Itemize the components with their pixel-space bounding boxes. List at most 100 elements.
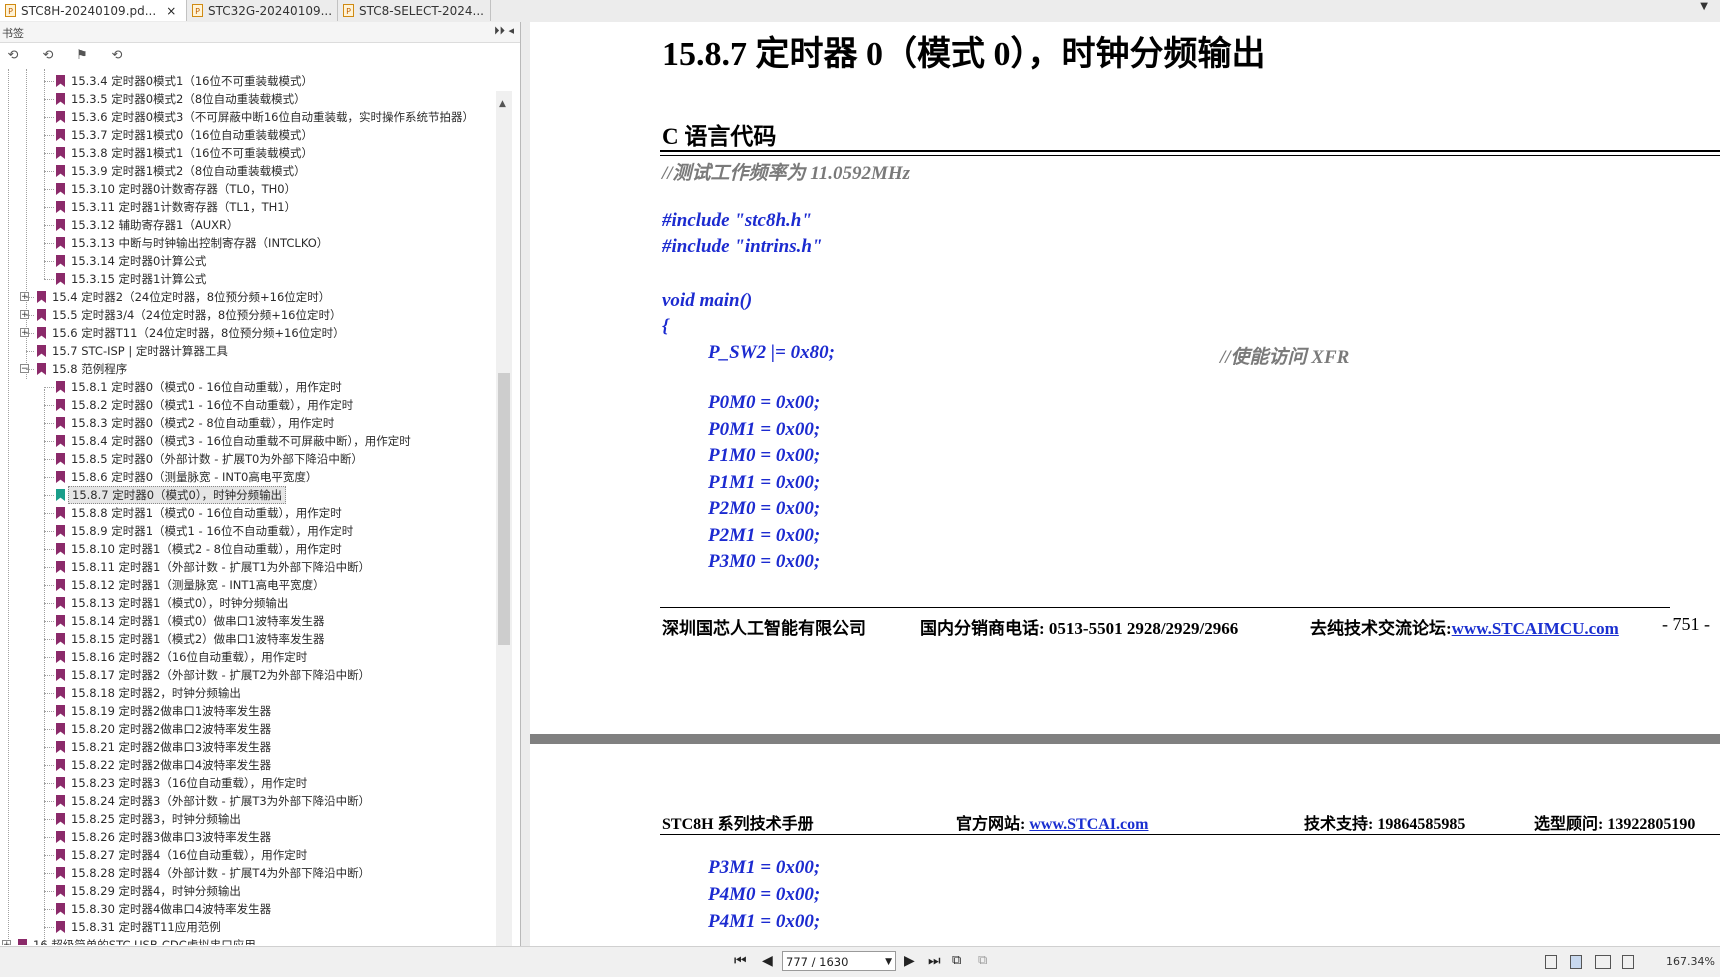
bookmark-item[interactable]: 15.3.7 定时器1模式0（16位自动重装载模式） <box>0 126 494 144</box>
bookmark-item[interactable]: 15.8.25 定时器3，时钟分频输出 <box>0 810 494 828</box>
find-bookmark-icon[interactable]: ⟲ <box>109 48 125 64</box>
bookmark-item[interactable]: 15.8.20 定时器2做串口2波特率发生器 <box>0 720 494 738</box>
bookmark-item[interactable]: 15.8.30 定时器4做串口4波特率发生器 <box>0 900 494 918</box>
bookmark-item[interactable]: 15.8.6 定时器0（测量脉宽 - INT0高电平宽度） <box>0 468 494 486</box>
tab-stc8-select[interactable]: P STC8-SELECT-2024... <box>338 0 491 21</box>
bookmark-item[interactable]: 15.3.6 定时器0模式3（不可屏蔽中断16位自动重装载，实时操作系统节拍器） <box>0 108 494 126</box>
bookmark-item[interactable]: 15.8.15 定时器1（模式2）做串口1波特率发生器 <box>0 630 494 648</box>
bookmark-item[interactable]: 15.3.11 定时器1计数寄存器（TL1，TH1） <box>0 198 494 216</box>
panel-splitter[interactable] <box>521 22 530 946</box>
bookmark-item[interactable]: +15.6 定时器T11（24位定时器，8位预分频+16位定时） <box>0 324 494 342</box>
fit-page-icon[interactable]: ⧉ <box>952 953 961 968</box>
bookmark-item[interactable]: 15.8.17 定时器2（外部计数 - 扩展T2为外部下降沿中断） <box>0 666 494 684</box>
bookmark-item[interactable]: 15.3.12 辅助寄存器1（AUXR） <box>0 216 494 234</box>
bookmark-item[interactable]: 15.8.2 定时器0（模式1 - 16位不自动重载），用作定时 <box>0 396 494 414</box>
bookmark-label: 15.3.10 定时器0计数寄存器（TL0，TH0） <box>71 182 297 196</box>
tab-label: STC8-SELECT-2024... <box>359 3 484 18</box>
bookmark-icon <box>56 237 65 249</box>
bookmark-item[interactable]: 15.3.8 定时器1模式1（16位不可重装载模式） <box>0 144 494 162</box>
next-page-icon[interactable]: ▶ <box>904 953 915 969</box>
bookmark-item[interactable]: 15.8.18 定时器2，时钟分频输出 <box>0 684 494 702</box>
panel-collapse-icon[interactable]: ⏵⏵ ◂ <box>494 24 514 38</box>
site-link[interactable]: www.STCAI.com <box>1029 816 1148 833</box>
bookmark-item[interactable]: 15.8.11 定时器1（外部计数 - 扩展T1为外部下降沿中断） <box>0 558 494 576</box>
bookmark-item[interactable]: 15.3.9 定时器1模式2（8位自动重装载模式） <box>0 162 494 180</box>
bookmark-item[interactable]: 15.3.10 定时器0计数寄存器（TL0，TH0） <box>0 180 494 198</box>
chevron-down-icon[interactable]: ▼ <box>1700 1 1708 12</box>
bookmark-item[interactable]: 15.3.14 定时器0计算公式 <box>0 252 494 270</box>
bookmark-scrollbar[interactable]: ▲ ▼ <box>496 91 512 967</box>
bookmark-item[interactable]: 15.8.24 定时器3（外部计数 - 扩展T3为外部下降沿中断） <box>0 792 494 810</box>
bookmark-item[interactable]: 15.8.19 定时器2做串口1波特率发生器 <box>0 702 494 720</box>
bookmark-item[interactable]: 15.8.21 定时器2做串口3波特率发生器 <box>0 738 494 756</box>
chevron-down-icon[interactable]: ▼ <box>885 952 892 972</box>
bookmark-item[interactable]: 15.8.16 定时器2（16位自动重载），用作定时 <box>0 648 494 666</box>
fit-width-icon[interactable]: ⧉ <box>978 953 987 968</box>
bookmark-item[interactable]: +15.4 定时器2（24位定时器，8位预分频+16位定时） <box>0 288 494 306</box>
bookmark-item[interactable]: 15.8.29 定时器4，时钟分频输出 <box>0 882 494 900</box>
bookmark-item[interactable]: 15.3.4 定时器0模式1（16位不可重装载模式） <box>0 72 494 90</box>
bookmark-item[interactable]: 15.8.23 定时器3（16位自动重载），用作定时 <box>0 774 494 792</box>
bookmark-item[interactable]: 15.7 STC-ISP | 定时器计算器工具 <box>0 342 494 360</box>
header-advisor: 选型顾问: 13922805190 <box>1534 816 1696 833</box>
bookmark-item[interactable]: +16 超级简单的STC USB-CDC虚拟串口应用 <box>0 936 494 945</box>
close-icon[interactable]: × <box>166 4 176 18</box>
expand-icon[interactable]: + <box>2 940 11 945</box>
scroll-thumb[interactable] <box>498 373 510 645</box>
first-page-icon[interactable]: ⏮ <box>734 953 747 969</box>
bookmark-item[interactable]: 15.3.15 定时器1计算公式 <box>0 270 494 288</box>
last-page-icon[interactable]: ⏭ <box>928 953 941 969</box>
bookmark-item[interactable]: 15.8.1 定时器0（模式0 - 16位自动重载），用作定时 <box>0 378 494 396</box>
tree-connector <box>44 657 54 658</box>
bookmark-item[interactable]: 15.8.4 定时器0（模式3 - 16位自动重载不可屏蔽中断），用作定时 <box>0 432 494 450</box>
bookmark-item[interactable]: 15.3.13 中断与时钟输出控制寄存器（INTCLKO） <box>0 234 494 252</box>
bookmark-item[interactable]: 15.8.9 定时器1（模式1 - 16位不自动重载），用作定时 <box>0 522 494 540</box>
tree-connector <box>44 117 54 118</box>
expand-all-icon[interactable]: ⟲ <box>5 48 21 64</box>
page-number-field[interactable]: 777 / 1630 ▼ <box>782 951 896 971</box>
bookmark-item[interactable]: 15.8.8 定时器1（模式0 - 16位自动重载），用作定时 <box>0 504 494 522</box>
bookmark-item[interactable]: +15.5 定时器3/4（24位定时器，8位预分频+16位定时） <box>0 306 494 324</box>
scroll-up-icon[interactable]: ▲ <box>499 99 506 109</box>
single-page-view-icon[interactable] <box>1545 955 1557 969</box>
forum-link[interactable]: www.STCAIMCU.com <box>1452 619 1619 638</box>
bookmark-icon <box>56 471 65 483</box>
facing-view-icon[interactable] <box>1595 955 1611 969</box>
bookmark-item[interactable]: 15.3.5 定时器0模式2（8位自动重装载模式） <box>0 90 494 108</box>
code-line: P0M0 = 0x00; <box>708 392 821 413</box>
bookmark-icon <box>56 75 65 87</box>
add-bookmark-icon[interactable]: ⚑ <box>74 48 90 64</box>
continuous-facing-view-icon[interactable] <box>1622 955 1634 969</box>
bookmark-item-selected[interactable]: 15.8.7 定时器0（模式0），时钟分频输出 <box>0 486 494 504</box>
bookmark-label: 15.3.14 定时器0计算公式 <box>71 254 207 268</box>
bookmark-item[interactable]: 15.8.12 定时器1（测量脉宽 - INT1高电平宽度） <box>0 576 494 594</box>
bookmark-label: 15.8.15 定时器1（模式2）做串口1波特率发生器 <box>71 632 325 646</box>
bookmark-item[interactable]: 15.8.28 定时器4（外部计数 - 扩展T4为外部下降沿中断） <box>0 864 494 882</box>
bookmark-item[interactable]: 15.8.10 定时器1（模式2 - 8位自动重载），用作定时 <box>0 540 494 558</box>
bookmark-item[interactable]: 15.8.27 定时器4（16位自动重载），用作定时 <box>0 846 494 864</box>
bookmark-item[interactable]: −15.8 范例程序 <box>0 360 494 378</box>
bookmark-item[interactable]: 15.8.26 定时器3做串口3波特率发生器 <box>0 828 494 846</box>
bookmark-icon <box>56 219 65 231</box>
bookmark-item[interactable]: 15.8.31 定时器T11应用范例 <box>0 918 494 936</box>
bookmark-icon <box>56 93 65 105</box>
tab-stc8h[interactable]: P STC8H-20240109.pd... × <box>0 0 187 21</box>
prev-page-icon[interactable]: ◀ <box>762 953 773 969</box>
tree-connector <box>44 423 54 424</box>
zoom-level[interactable]: 167.34% <box>1666 955 1715 968</box>
tree-connector <box>44 279 54 280</box>
code-line: #include "stc8h.h" <box>662 210 812 231</box>
bookmark-item[interactable]: 15.8.5 定时器0（外部计数 - 扩展T0为外部下降沿中断） <box>0 450 494 468</box>
bookmark-icon <box>56 525 65 537</box>
document-view[interactable]: 15.8.7 定时器 0（模式 0），时钟分频输出 C 语言代码 //测试工作频… <box>530 22 1720 946</box>
tree-connector <box>44 549 54 550</box>
bookmark-label: 15.8.30 定时器4做串口4波特率发生器 <box>71 902 272 916</box>
bookmark-item[interactable]: 15.8.3 定时器0（模式2 - 8位自动重载），用作定时 <box>0 414 494 432</box>
collapse-all-icon[interactable]: ⟲ <box>40 48 56 64</box>
tab-stc32g[interactable]: P STC32G-20240109... <box>187 0 338 21</box>
bookmark-item[interactable]: 15.8.14 定时器1（模式0）做串口1波特率发生器 <box>0 612 494 630</box>
bookmark-item[interactable]: 15.8.13 定时器1（模式0），时钟分频输出 <box>0 594 494 612</box>
bookmark-item[interactable]: 15.8.22 定时器2做串口4波特率发生器 <box>0 756 494 774</box>
continuous-view-icon[interactable] <box>1570 955 1582 969</box>
divider <box>660 150 1720 152</box>
